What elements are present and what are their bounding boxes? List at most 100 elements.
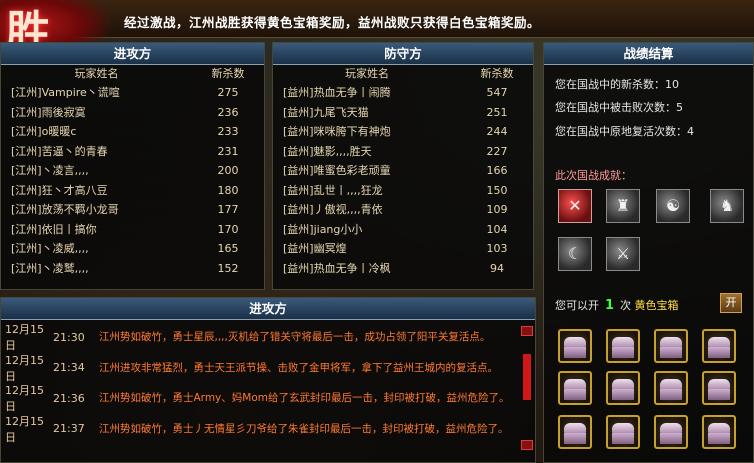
achievement-warrior-icon[interactable]: ♜ — [606, 189, 640, 223]
log-panel-title: 进攻方 — [1, 298, 535, 320]
player-name: [江州]丶凌鹫,,,, — [11, 261, 89, 275]
player-name: [益州]九尾飞天猫 — [283, 105, 369, 119]
scrollbar-thumb[interactable] — [523, 354, 531, 400]
player-kills: 103 — [486, 242, 508, 255]
defense-col-name: 玩家姓名 — [345, 67, 389, 80]
achievement-slash-icon[interactable]: ⚔ — [606, 237, 640, 271]
player-kills: 166 — [486, 164, 508, 177]
log-text: 江州势如破竹，勇士丿无情星彡刀爷给了朱雀封印最后一击，封印被打破，益州危险了。 — [99, 422, 509, 435]
open-chest-button[interactable]: 开 — [720, 293, 742, 313]
attack-player-row: [江州]依旧丨搞你 170 — [1, 220, 264, 240]
player-name: [江州]丶凌威,,,, — [11, 242, 89, 255]
summary-panel-title: 战绩结算 — [544, 43, 753, 65]
attack-col-kills: 新杀数 — [211, 67, 245, 80]
revive-stat: 您在国战中原地复活次数：4 — [555, 125, 694, 138]
log-text: 江州势如破竹，勇士星辰,,,,灭机给了错关守将最后一击，成功占领了阳平关复活点。 — [99, 331, 491, 344]
achievement-hero-icon[interactable]: ♞ — [710, 189, 744, 223]
log-time: 21:30 — [53, 330, 85, 344]
attack-player-row: [江州]狂丶才高八豆 180 — [1, 181, 264, 201]
treasure-chest-icon[interactable] — [606, 329, 640, 363]
treasure-chest-icon[interactable] — [558, 329, 592, 363]
player-kills: 170 — [217, 222, 239, 236]
defense-player-row: [益州]热血无争丨冷枫 94 — [273, 259, 533, 279]
player-name: [江州]依旧丨搞你 — [11, 222, 97, 236]
treasure-chest-icon[interactable] — [606, 415, 640, 449]
treasure-chest-icon[interactable] — [702, 371, 736, 405]
attack-player-row: [江州]Vampire丶谎喧 275 — [1, 83, 264, 103]
defense-player-row: [益州]咪咪胯下有神炮 244 — [273, 122, 533, 142]
open-chest-info: 您可以开 1 次 黄色宝箱 — [555, 297, 679, 313]
result-banner: 胜 经过激战，江州战胜获得黄色宝箱奖励，益州战败只获得白色宝箱奖励。 — [0, 0, 754, 60]
defense-player-row: [益州]热血无争丨闹腾 547 — [273, 83, 533, 103]
achievement-sword-icon[interactable]: ✕ — [558, 189, 592, 223]
player-kills: 275 — [217, 86, 239, 99]
treasure-chest-icon[interactable] — [654, 329, 688, 363]
defense-player-row: [益州]乱世丨,,,,狂龙 150 — [273, 181, 533, 201]
player-name: [江州]o暖暖c — [11, 125, 77, 138]
log-date: 12月15日 — [5, 353, 44, 383]
treasure-chest-icon[interactable] — [702, 329, 736, 363]
log-time: 21:36 — [53, 391, 85, 405]
player-name: [益州]乱世丨,,,,狂龙 — [283, 183, 383, 197]
treasure-chest-icon[interactable] — [558, 371, 592, 405]
achievements-title: 此次国战成就： — [555, 169, 632, 182]
player-name: [益州]咪咪胯下有神炮 — [283, 125, 391, 138]
banner-message: 经过激战，江州战胜获得黄色宝箱奖励，益州战败只获得白色宝箱奖励。 — [124, 15, 541, 30]
attack-player-row: [江州]丶凌威,,,, 165 — [1, 239, 264, 259]
player-kills: 251 — [486, 105, 508, 119]
player-name: [益州]热血无争丨闹腾 — [283, 86, 391, 99]
treasure-chest-icon[interactable] — [654, 415, 688, 449]
defense-panel-title: 防守方 — [273, 43, 533, 65]
player-kills: 233 — [217, 125, 239, 138]
player-name: [江州]雨後寂寞 — [11, 105, 86, 119]
battle-log-panel: 进攻方 12月15日 21:30 江州势如破竹，勇士星辰,,,,灭机给了错关守将… — [0, 297, 536, 463]
player-kills: 236 — [217, 105, 239, 119]
attack-player-row: [江州]丶凌言,,,, 200 — [1, 161, 264, 181]
player-kills: 165 — [217, 242, 239, 255]
player-name: [江州]Vampire丶谎喧 — [11, 86, 120, 99]
log-entry: 12月15日 21:30 江州势如破竹，勇士星辰,,,,灭机给了错关守将最后一击… — [1, 322, 519, 353]
player-kills: 200 — [217, 164, 239, 177]
attack-player-row: [江州]放荡不羁小龙哥 177 — [1, 200, 264, 220]
player-kills: 177 — [217, 203, 239, 216]
open-count: 1 — [605, 298, 615, 313]
player-kills: 547 — [486, 86, 508, 99]
player-kills: 227 — [486, 144, 508, 158]
achievement-blade-icon[interactable]: ☾ — [558, 237, 592, 271]
player-kills: 109 — [486, 203, 508, 216]
scroll-up-arrow-icon[interactable] — [521, 326, 533, 336]
treasure-chest-icon[interactable] — [558, 415, 592, 449]
open-suffix: 次 — [620, 299, 632, 312]
attack-column-header: 玩家姓名 新杀数 — [1, 65, 264, 83]
player-kills: 244 — [486, 125, 508, 138]
player-name: [益州]幽冥煌 — [283, 242, 347, 255]
attack-player-row: [江州]o暖暖c 233 — [1, 122, 264, 142]
attack-player-row: [江州]雨後寂寞 236 — [1, 103, 264, 123]
log-text: 江州势如破竹，勇士Army、妈Mom给了玄武封印最后一击，封印被打破，益州危险了… — [99, 392, 510, 405]
player-name: [江州]狂丶才高八豆 — [11, 183, 108, 197]
defense-player-row: [益州]jiang小小 104 — [273, 220, 533, 240]
battle-summary-panel: 战绩结算 您在国战中的新杀数：10 您在国战中被击败次数：5 您在国战中原地复活… — [543, 42, 754, 463]
attack-player-row: [江州]丶凌鹫,,,, 152 — [1, 259, 264, 279]
scroll-down-arrow-icon[interactable] — [521, 440, 533, 450]
treasure-chest-icon[interactable] — [702, 415, 736, 449]
player-name: [益州]热血无争丨冷枫 — [283, 261, 391, 275]
defense-col-kills: 新杀数 — [480, 67, 514, 80]
treasure-chest-icon[interactable] — [606, 371, 640, 405]
player-name: [益州]魅影,,,,胜天 — [283, 144, 372, 158]
achievement-dragon-icon[interactable]: ☯ — [656, 189, 690, 223]
attack-side-panel: 进攻方 玩家姓名 新杀数 [江州]Vampire丶谎喧 275 [江州]雨後寂寞 2… — [0, 42, 265, 290]
treasure-chest-icon[interactable] — [654, 371, 688, 405]
attack-panel-title: 进攻方 — [1, 43, 264, 65]
player-kills: 231 — [217, 144, 239, 158]
open-prefix: 您可以开 — [555, 299, 599, 312]
defense-player-row: [益州]丿傲视,,,,青依 109 — [273, 200, 533, 220]
player-name: [江州]放荡不羁小龙哥 — [11, 203, 119, 216]
defense-player-row: [益州]魅影,,,,胜天 227 — [273, 142, 533, 162]
chest-type: 黄色宝箱 — [634, 299, 679, 312]
log-time: 21:37 — [53, 422, 85, 436]
player-name: [益州]丿傲视,,,,青依 — [283, 203, 383, 216]
defense-player-list: [益州]热血无争丨闹腾 547 [益州]九尾飞天猫 251 [益州]咪咪胯下有神炮 2… — [273, 83, 533, 278]
attack-player-list: [江州]Vampire丶谎喧 275 [江州]雨後寂寞 236 [江州]o暖暖c 23… — [1, 83, 264, 278]
log-date: 12月15日 — [5, 323, 44, 353]
